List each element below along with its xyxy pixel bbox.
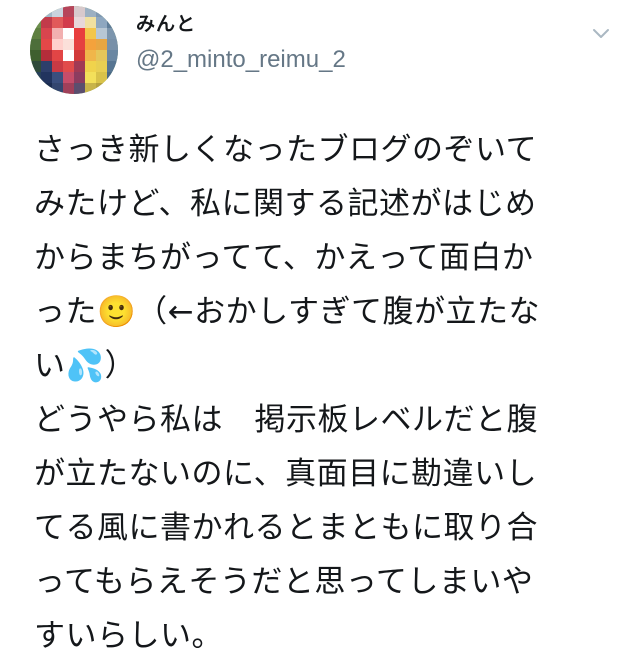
- tweet-header: みんと @2_minto_reimu_2: [136, 12, 576, 74]
- username[interactable]: @2_minto_reimu_2: [136, 46, 576, 74]
- tweet-card: みんと @2_minto_reimu_2 さっき新しくなったブログのぞいて みた…: [0, 0, 640, 654]
- display-name[interactable]: みんと: [136, 12, 576, 36]
- avatar[interactable]: [30, 6, 118, 94]
- tweet-text: さっき新しくなったブログのぞいて みたけど、私に関する記述がはじめ からまちがっ…: [34, 132, 540, 654]
- chevron-down-icon[interactable]: [590, 22, 612, 44]
